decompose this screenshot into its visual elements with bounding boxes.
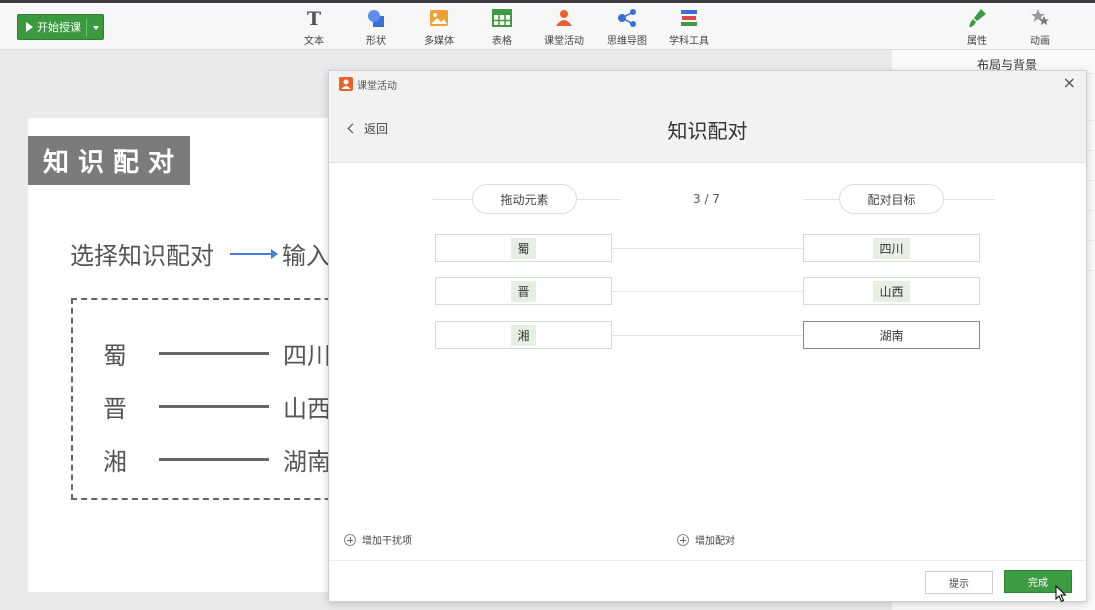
mouse-cursor-icon <box>1055 585 1067 603</box>
play-icon <box>26 22 33 32</box>
right-column-header: 配对目标 <box>839 184 944 214</box>
match-target[interactable]: 四川 <box>803 234 980 262</box>
brush-icon <box>969 9 986 27</box>
tool-subject-tools[interactable]: 学科工具 <box>659 8 719 48</box>
plus-circle-icon <box>344 533 356 546</box>
mindmap-icon <box>618 9 636 27</box>
tool-table[interactable]: 表格 <box>472 8 532 48</box>
slide-flow-text[interactable]: 选择知识配对 输入 <box>70 236 330 271</box>
slide-pair-left: 湘 <box>103 448 127 476</box>
slide-flow-start: 选择知识配对 <box>70 242 214 270</box>
dialog-title: 知识配对 <box>667 119 748 143</box>
class-activity-icon <box>339 77 353 91</box>
drag-element[interactable]: 湘 <box>435 321 612 349</box>
drag-element-label: 湘 <box>511 324 536 346</box>
dialog-name: 课堂活动 <box>357 81 397 92</box>
close-icon[interactable]: × <box>1063 73 1076 92</box>
match-target-label: 四川 <box>873 237 910 259</box>
slide-pair-row: 湘 湖南 <box>103 442 331 477</box>
start-class-button[interactable]: 开始授课 <box>17 14 104 40</box>
add-distractor-button[interactable]: 增加干扰项 <box>344 532 412 547</box>
drag-element-label: 蜀 <box>511 237 536 259</box>
slide-pair-right: 湖南 <box>283 448 331 476</box>
main-toolbar: 开始授课 T 文本 形状 多媒体 表格 课堂活动 思维导图 学科工具 属性 动画 <box>0 3 1095 50</box>
tool-shape-label: 形状 <box>366 36 386 47</box>
hint-button[interactable]: 提示 <box>925 571 993 594</box>
slide-pair-right: 山西 <box>283 395 331 423</box>
arrow-right-icon <box>230 248 278 259</box>
shape-icon <box>368 10 384 27</box>
match-target[interactable]: 山西 <box>803 277 980 305</box>
text-icon: T <box>307 8 321 28</box>
match-target-label: 湖南 <box>879 328 904 343</box>
tool-subject-tools-label: 学科工具 <box>669 36 709 47</box>
drag-element[interactable]: 晋 <box>435 277 612 305</box>
dialog-footer-divider <box>329 560 1086 561</box>
tab-properties-label: 属性 <box>967 36 987 47</box>
tool-text[interactable]: T 文本 <box>284 8 344 48</box>
tool-class-activity-label: 课堂活动 <box>544 36 584 47</box>
add-distractor-label: 增加干扰项 <box>362 536 412 547</box>
pair-connector <box>612 291 803 292</box>
left-column-header: 拖动元素 <box>472 184 577 214</box>
star-icon <box>1031 9 1049 25</box>
chevron-down-icon[interactable] <box>93 26 99 30</box>
slide-pair-left: 蜀 <box>103 342 127 370</box>
dialog-header: 课堂活动 × 返回 知识配对 <box>329 71 1086 163</box>
pair-connector <box>159 405 269 408</box>
pair-connector <box>612 335 803 336</box>
pair-connector <box>159 458 269 461</box>
add-pair-button[interactable]: 增加配对 <box>677 532 735 547</box>
plus-circle-icon <box>677 533 689 546</box>
slide-title[interactable]: 知识配对 <box>28 136 190 185</box>
tab-properties[interactable]: 属性 <box>947 8 1007 48</box>
svg-text:T: T <box>307 8 321 28</box>
tool-mindmap[interactable]: 思维导图 <box>597 8 657 48</box>
slide-canvas[interactable]: 知识配对 选择知识配对 输入 蜀 四川 晋 山西 湘 湖南 <box>28 118 361 592</box>
slide-pair-left: 晋 <box>103 395 127 423</box>
tool-table-label: 表格 <box>492 36 512 47</box>
tool-text-label: 文本 <box>304 36 324 47</box>
table-icon <box>492 9 512 27</box>
tool-mindmap-label: 思维导图 <box>607 36 647 47</box>
slide-flow-end: 输入 <box>282 242 330 270</box>
drag-element[interactable]: 蜀 <box>435 234 612 262</box>
slide-pairing-box[interactable]: 蜀 四川 晋 山西 湘 湖南 <box>71 298 361 500</box>
match-target[interactable]: 湖南 <box>803 321 980 349</box>
subject-tools-icon <box>681 10 697 26</box>
tool-shape[interactable]: 形状 <box>346 8 406 48</box>
tool-media-label: 多媒体 <box>424 36 454 47</box>
match-target-label: 山西 <box>873 280 910 302</box>
pair-counter: 3 / 7 <box>693 192 720 206</box>
start-class-label: 开始授课 <box>37 21 81 34</box>
tool-media[interactable]: 多媒体 <box>409 8 469 48</box>
slide-pair-row: 晋 山西 <box>103 389 331 424</box>
add-pair-label: 增加配对 <box>695 536 735 547</box>
pair-connector <box>159 352 269 355</box>
media-icon <box>430 10 448 26</box>
pair-connector <box>612 248 803 249</box>
slide-pair-right: 四川 <box>283 342 331 370</box>
tool-class-activity[interactable]: 课堂活动 <box>534 8 594 48</box>
tab-animation-label: 动画 <box>1030 36 1050 47</box>
drag-element-label: 晋 <box>511 280 536 302</box>
class-activity-icon <box>556 10 572 26</box>
tab-animation[interactable]: 动画 <box>1010 8 1070 48</box>
slide-pair-row: 蜀 四川 <box>103 336 331 371</box>
class-activity-dialog: 课堂活动 × 返回 知识配对 拖动元素 3 / 7 配对目标 蜀 四川 晋 山西… <box>328 70 1087 602</box>
